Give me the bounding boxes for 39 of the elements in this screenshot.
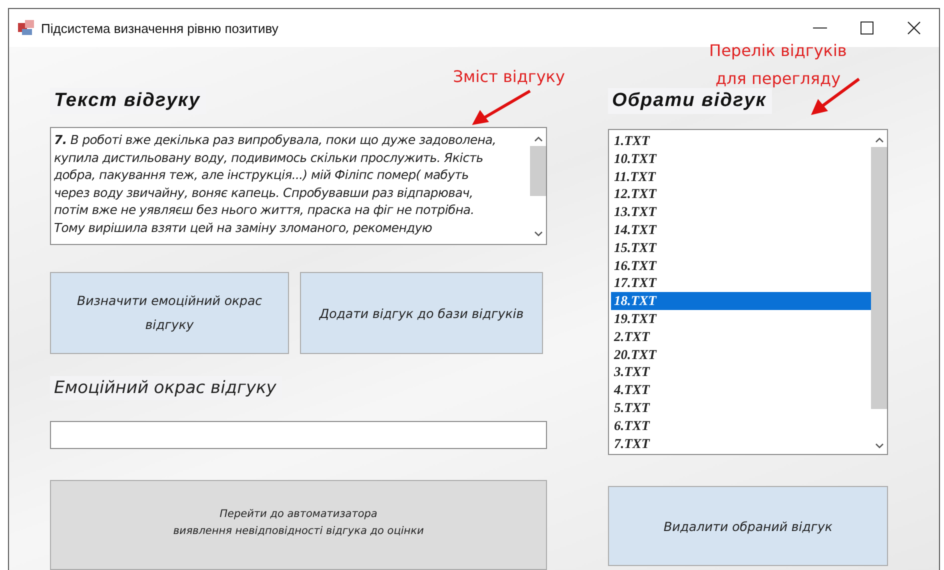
scroll-down-icon[interactable] bbox=[874, 443, 884, 449]
close-icon[interactable] bbox=[907, 21, 921, 35]
annotation-arrow bbox=[470, 89, 532, 127]
file-list-item[interactable]: 12.TXT bbox=[611, 185, 871, 204]
file-list-item[interactable]: 15.TXT bbox=[611, 238, 871, 257]
annotation-text: Перелік відгуків для перегляду bbox=[708, 40, 848, 90]
file-list-item[interactable]: 19.TXT bbox=[611, 310, 871, 328]
navigate-button[interactable]: Перейти до автоматизатора виявлення невідповідності відгука до оцінки bbox=[50, 480, 547, 570]
file-list-item[interactable]: 3.TXT bbox=[611, 363, 871, 382]
window-title: Підсистема визначення рівню позитиву bbox=[41, 20, 278, 36]
file-list-item[interactable]: 18.TXT bbox=[611, 292, 871, 310]
scrollbar-thumb[interactable] bbox=[871, 147, 887, 409]
scrollbar-thumb[interactable] bbox=[530, 146, 546, 196]
scroll-down-icon[interactable] bbox=[534, 231, 542, 237]
file-list-item[interactable]: 2.TXT bbox=[611, 328, 871, 346]
field-label: Емоційний окрас відгуку bbox=[50, 376, 282, 400]
maximize-icon[interactable] bbox=[860, 21, 874, 35]
scroll-up-icon[interactable] bbox=[874, 137, 884, 143]
file-list-item[interactable]: 11.TXT bbox=[611, 168, 871, 186]
file-list-item[interactable]: 10.TXT bbox=[611, 150, 871, 168]
file-list-item[interactable]: 17.TXT bbox=[611, 274, 871, 292]
file-list-item[interactable]: 20.TXT bbox=[611, 346, 871, 364]
annotation-text: Зміст відгуку bbox=[453, 67, 565, 86]
file-list-item[interactable]: 5.TXT bbox=[611, 398, 871, 417]
emotion-field[interactable] bbox=[50, 421, 547, 449]
file-list-item[interactable]: 4.TXT bbox=[611, 381, 871, 399]
file-list-item[interactable]: 6.TXT bbox=[611, 416, 871, 435]
file-list-item[interactable]: 13.TXT bbox=[611, 203, 871, 221]
action-button[interactable]: Додати відгук до бази відгуків bbox=[300, 272, 543, 354]
review-text-field[interactable]: 7. В роботі вже декілька раз випробувала, поки що дуже задоволена, купила дистильовану воду, подивимось скільки прослужить. Якість добра, пакування теж, але інструкція...) мій Філіпс помер( мабуть через воду звичайну, воняє капець. Спробувавши раз відпарювач, потім вже не уявляєш без нього життя, праска на фіг не потрібна. Тому вирішила взяти цей на заміну зломаного, рекомендую bbox=[50, 127, 547, 245]
section-heading: Обрати відгук bbox=[608, 88, 772, 114]
app-icon bbox=[18, 20, 34, 36]
file-list-item[interactable]: 7.TXT bbox=[611, 434, 871, 452]
file-list-item[interactable]: 14.TXT bbox=[611, 220, 871, 239]
delete-button[interactable]: Видалити обраний відгук bbox=[608, 486, 888, 566]
file-list-item[interactable]: 1.TXT bbox=[611, 132, 871, 150]
action-button[interactable]: Визначити емоційний окрас відгуку bbox=[50, 272, 289, 354]
scroll-up-icon[interactable] bbox=[534, 136, 542, 142]
file-list-item[interactable]: 16.TXT bbox=[611, 256, 871, 274]
